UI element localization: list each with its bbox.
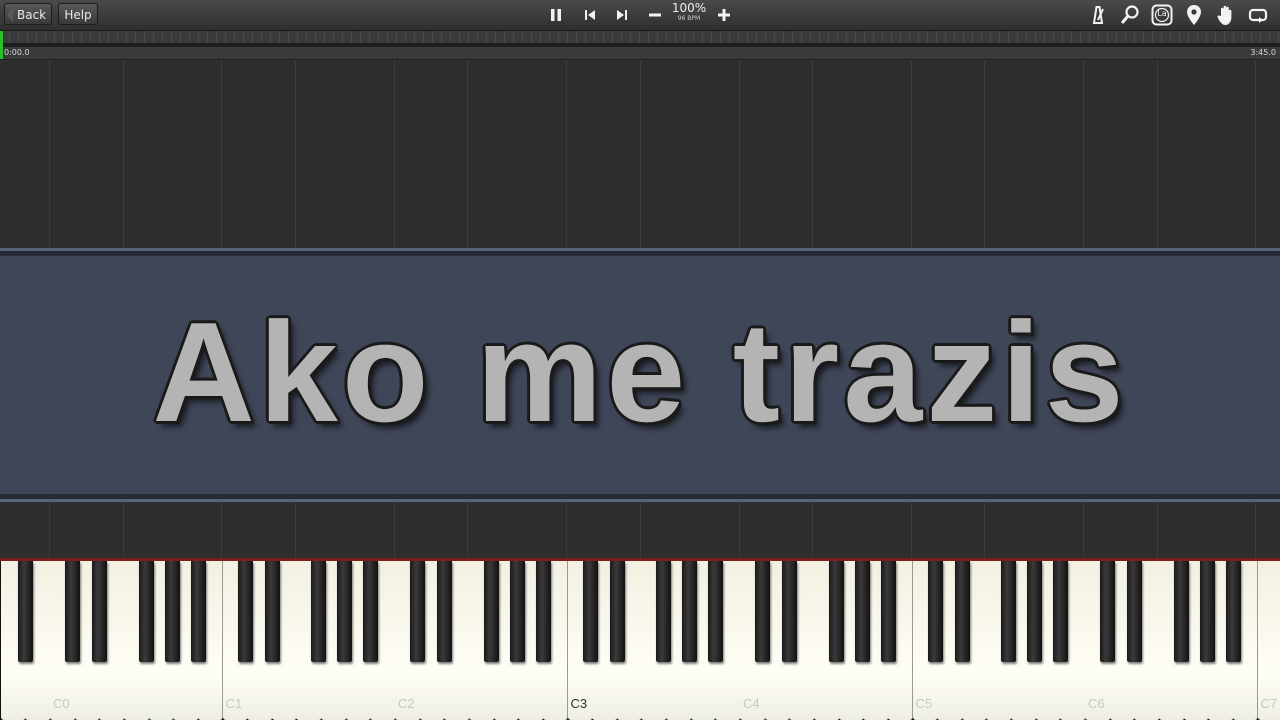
black-key[interactable]	[927, 561, 943, 662]
black-key[interactable]	[1199, 561, 1215, 662]
time-start: 0:00.0	[4, 48, 30, 57]
help-button[interactable]: Help	[58, 3, 98, 25]
black-key[interactable]	[854, 561, 870, 662]
black-key[interactable]	[1100, 561, 1116, 662]
black-key[interactable]	[509, 561, 525, 662]
timeline-scrubber[interactable]: 0:00.0 3:45.0	[0, 31, 1280, 60]
piano-keyboard: C0 C1 C2 C3 C4 C5 C6 C7	[0, 558, 1280, 720]
octave-label-c3: C3	[570, 696, 588, 711]
key-labels-glyph: La	[1157, 9, 1167, 18]
black-key[interactable]	[164, 561, 180, 662]
black-key[interactable]	[1027, 561, 1043, 662]
progress-marker[interactable]	[0, 31, 3, 59]
black-key[interactable]	[337, 561, 353, 662]
black-key[interactable]	[237, 561, 253, 662]
black-key[interactable]	[682, 561, 698, 662]
black-key[interactable]	[410, 561, 426, 662]
octave-label-c1: C1	[225, 696, 243, 711]
black-key[interactable]	[782, 561, 798, 662]
black-key[interactable]	[1173, 561, 1189, 662]
black-key[interactable]	[138, 561, 154, 662]
black-key[interactable]	[1127, 561, 1143, 662]
title-banner: Ako me trazis	[0, 248, 1280, 502]
skip-forward-icon[interactable]	[610, 4, 634, 26]
black-key[interactable]	[582, 561, 598, 662]
black-key[interactable]	[1225, 561, 1241, 662]
black-key[interactable]	[1001, 561, 1017, 662]
octave-label-c7: C7	[1260, 696, 1278, 711]
black-key[interactable]	[311, 561, 327, 662]
black-key[interactable]	[880, 561, 896, 662]
tempo-display: 100% 96 BPM	[670, 2, 708, 23]
timeline-ticks	[0, 31, 1280, 43]
key-labels-icon[interactable]: La	[1150, 3, 1174, 27]
black-key[interactable]	[656, 561, 672, 662]
loop-icon[interactable]	[1246, 3, 1270, 27]
black-key[interactable]	[92, 561, 108, 662]
back-button[interactable]: Back	[4, 3, 52, 25]
octave-label-c5: C5	[915, 696, 933, 711]
black-key[interactable]	[1053, 561, 1069, 662]
black-key[interactable]	[190, 561, 206, 662]
metronome-icon[interactable]	[1086, 3, 1110, 27]
black-key[interactable]	[708, 561, 724, 662]
black-key[interactable]	[535, 561, 551, 662]
tempo-percent: 100%	[671, 1, 707, 15]
black-key[interactable]	[954, 561, 970, 662]
black-key[interactable]	[755, 561, 771, 662]
octave-label-c0: C0	[53, 696, 70, 711]
tempo-bpm: 96 BPM	[677, 15, 701, 22]
black-key[interactable]	[264, 561, 280, 662]
black-key[interactable]	[828, 561, 844, 662]
song-title: Ako me trazis	[152, 293, 1128, 452]
octave-label-c6: C6	[1088, 696, 1105, 711]
octave-label-c2: C2	[398, 696, 415, 711]
search-icon[interactable]	[1118, 3, 1142, 27]
time-end: 3:45.0	[1250, 48, 1276, 57]
pause-icon[interactable]	[544, 4, 568, 26]
plus-icon[interactable]	[712, 4, 736, 26]
black-key[interactable]	[609, 561, 625, 662]
minus-icon[interactable]	[643, 4, 667, 26]
skip-back-icon[interactable]	[578, 4, 602, 26]
timeline-track[interactable]	[0, 43, 1280, 47]
toolbar: Back Help 100% 96 BPM La	[0, 0, 1280, 31]
black-key[interactable]	[483, 561, 499, 662]
black-key[interactable]	[363, 561, 379, 662]
hand-icon[interactable]	[1214, 3, 1238, 27]
piano-roll: Ako me trazis	[0, 60, 1280, 560]
black-key[interactable]	[18, 561, 34, 662]
black-key[interactable]	[437, 561, 453, 662]
location-pin-icon[interactable]	[1182, 3, 1206, 27]
octave-label-c4: C4	[743, 696, 760, 711]
black-key[interactable]	[65, 561, 81, 662]
